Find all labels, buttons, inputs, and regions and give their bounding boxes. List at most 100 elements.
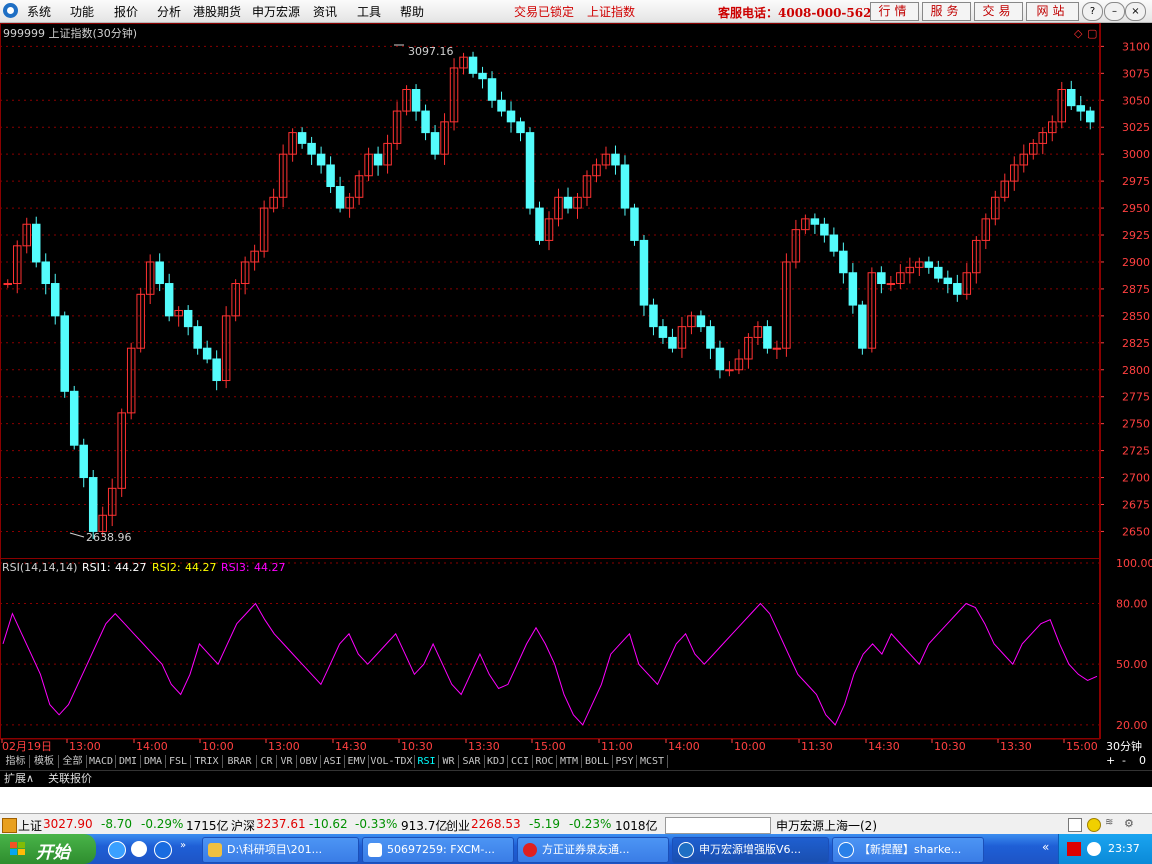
market-button[interactable]: 行情	[870, 2, 919, 21]
trade-button[interactable]: 交易	[974, 2, 1023, 21]
candle-body	[725, 369, 734, 372]
indicator-tab-emv[interactable]: EMV	[345, 754, 368, 769]
chart-toggle-icon[interactable]: ◇	[1074, 27, 1083, 40]
server-name[interactable]: 申万宏源上海一(2)	[776, 817, 877, 834]
indicator-tab-sar[interactable]: SAR	[459, 754, 484, 769]
quicklaunch-more-icon[interactable]: »	[180, 840, 186, 851]
zoom-in-button[interactable]: +	[1106, 754, 1115, 767]
candle-body	[307, 142, 316, 155]
taskbar-item-browser[interactable]: 【新提醒】sharke...	[832, 837, 984, 863]
price-tick-label: 3025	[1122, 121, 1150, 134]
indicator-tab-全部[interactable]: 全部	[59, 754, 86, 769]
hs-label[interactable]: 沪深	[231, 817, 255, 834]
tray-app-icon[interactable]	[1067, 842, 1081, 856]
smiley-icon[interactable]	[1087, 818, 1101, 832]
indicator-tab-kdj[interactable]: KDJ	[485, 754, 507, 769]
time-tick-label: 15:00	[534, 740, 566, 753]
indicator-tab-vol-tdx[interactable]: VOL-TDX	[369, 754, 414, 769]
indicator-tab-mcst[interactable]: MCST	[637, 754, 667, 769]
tray-more-icon[interactable]: «	[1042, 840, 1049, 854]
expand-tab[interactable]: 扩展∧	[4, 771, 34, 787]
app-logo-icon	[3, 3, 18, 18]
taskbar-item-swhy[interactable]: 申万宏源增强版V6...	[672, 837, 829, 863]
related-quote-tab[interactable]: 关联报价	[48, 771, 92, 787]
chart-area[interactable]: 3100 3075 3050 3025 3000 2975 2950 2925 2900 2875…	[0, 23, 1152, 753]
rsi-params-label: RSI(14,14,14)	[2, 561, 77, 574]
price-tick-label: 3050	[1122, 94, 1150, 107]
minimize-icon[interactable]: –	[1104, 2, 1125, 21]
website-button[interactable]: 网站	[1026, 2, 1079, 21]
indicator-tab-mtm[interactable]: MTM	[557, 754, 581, 769]
settings-icon[interactable]: ⚙	[1124, 817, 1136, 830]
close-icon[interactable]: ×	[1125, 2, 1146, 21]
indicator-tab-模板[interactable]: 模板	[30, 754, 58, 769]
indicator-tab-cci[interactable]: CCI	[508, 754, 532, 769]
taskbar-item-label: 申万宏源增强版V6...	[699, 843, 802, 856]
indicator-tab-fsl[interactable]: FSL	[166, 754, 190, 769]
indicator-tab-指标[interactable]: 指标	[2, 754, 29, 769]
index-link[interactable]: 上证指数	[587, 3, 635, 20]
indicator-tab-trix[interactable]: TRIX	[191, 754, 222, 769]
menu-news[interactable]: 资讯	[313, 3, 337, 20]
indicator-tab-wr[interactable]: WR	[439, 754, 458, 769]
indicator-tab-dmi[interactable]: DMI	[116, 754, 140, 769]
indicator-tab-cr[interactable]: CR	[257, 754, 276, 769]
desktop-icon[interactable]	[131, 841, 147, 857]
indicator-tab-asi[interactable]: ASI	[321, 754, 344, 769]
candle-body	[1067, 89, 1076, 107]
service-button[interactable]: 服务	[922, 2, 971, 21]
price-tick-label: 2850	[1122, 310, 1150, 323]
indicator-tab-roc[interactable]: ROC	[533, 754, 556, 769]
hs-pct: -0.33%	[355, 817, 398, 831]
indicator-tab-brar[interactable]: BRAR	[223, 754, 256, 769]
window-icon[interactable]	[1068, 818, 1082, 832]
swhy-icon	[678, 842, 694, 858]
candle-body	[468, 56, 478, 74]
menu-quote[interactable]: 报价	[114, 3, 138, 20]
rsi-tick-label: 20.00	[1116, 719, 1148, 732]
indicator-tab-macd[interactable]: MACD	[87, 754, 115, 769]
candle-body	[763, 326, 772, 349]
menu-tools[interactable]: 工具	[357, 3, 381, 20]
candlestick-series	[3, 51, 1095, 539]
sh-label[interactable]: 上证	[18, 817, 42, 834]
candle-body	[516, 121, 525, 134]
menu-help[interactable]: 帮助	[400, 3, 424, 20]
antenna-icon[interactable]: ≋	[1105, 817, 1117, 830]
help-icon[interactable]: ?	[1082, 2, 1103, 21]
ie-icon[interactable]	[108, 841, 126, 859]
menu-system[interactable]: 系统	[27, 3, 51, 20]
taskbar-item-founder[interactable]: 方正证券泉友通...	[517, 837, 669, 863]
zoom-out-button[interactable]: -	[1122, 754, 1126, 767]
start-button[interactable]: 开始	[0, 834, 96, 864]
browser-icon[interactable]	[154, 841, 172, 859]
menu-function[interactable]: 功能	[70, 3, 94, 20]
indicator-tab-psy[interactable]: PSY	[613, 754, 636, 769]
start-label: 开始	[36, 843, 70, 863]
taskbar-item-folder[interactable]: D:\科研项目\201...	[202, 837, 359, 863]
cy-label[interactable]: 创业	[446, 817, 470, 834]
indicator-tab-boll[interactable]: BOLL	[582, 754, 612, 769]
indicator-tab-vr[interactable]: VR	[277, 754, 296, 769]
candle-body	[60, 315, 69, 392]
price-tick-label: 2825	[1122, 337, 1150, 350]
taskbar-item-fxcm[interactable]: 50697259: FXCM-...	[362, 837, 514, 863]
tray-shield-icon[interactable]	[1087, 842, 1101, 856]
folder-icon	[208, 843, 222, 857]
menu-swhy[interactable]: 申万宏源	[252, 3, 300, 20]
indicator-tab-dma[interactable]: DMA	[141, 754, 165, 769]
indicator-tab-rsi[interactable]: RSI	[415, 754, 438, 769]
chart-maximize-icon[interactable]: ▢	[1087, 27, 1097, 40]
rsi-series	[2, 602, 1098, 726]
status-menu-icon[interactable]	[2, 818, 17, 833]
price-tick-label: 2950	[1122, 202, 1150, 215]
price-tick-label: 2975	[1122, 175, 1150, 188]
menu-hk-futures[interactable]: 港股期货	[193, 3, 241, 20]
period-label[interactable]: 30分钟	[1106, 739, 1142, 753]
zoom-reset-button[interactable]: 0	[1139, 754, 1146, 767]
extension-bar: 扩展∧ 关联报价	[0, 770, 1152, 787]
menu-analysis[interactable]: 分析	[157, 3, 181, 20]
candle-body	[924, 261, 934, 268]
trade-lock-status[interactable]: 交易已锁定	[514, 3, 574, 20]
indicator-tab-obv[interactable]: OBV	[297, 754, 320, 769]
